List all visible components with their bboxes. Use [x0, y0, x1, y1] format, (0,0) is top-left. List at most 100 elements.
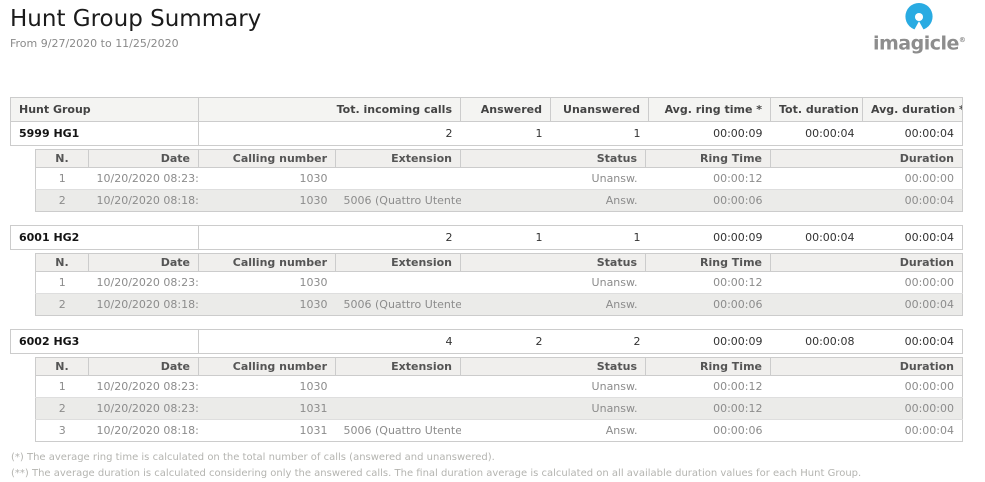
call-number: 3 [36, 420, 89, 442]
col-header-calling-number: Calling number [199, 150, 336, 168]
col-header-status: Status [461, 254, 646, 272]
hunt-group-name: 6001 HG2 [11, 226, 199, 250]
call-number: 2 [36, 398, 89, 420]
report-date-range: From 9/27/2020 to 11/25/2020 [10, 37, 972, 50]
calling-number: 1031 [199, 420, 336, 442]
report-page: Hunt Group Summary From 9/27/2020 to 11/… [0, 0, 985, 480]
col-header-avg-duration: Avg. duration ** [863, 98, 963, 122]
call-number: 1 [36, 272, 89, 294]
call-date: 10/20/2020 08:23:55 [89, 398, 199, 420]
col-header-date: Date [89, 358, 199, 376]
tot-duration: 00:00:04 [771, 122, 863, 146]
extension [336, 398, 461, 420]
report-footnotes: (*) The average ring time is calculated … [11, 450, 972, 482]
summary-table: 6001 HG2 2 1 1 00:00:09 00:00:04 00:00:0… [10, 225, 963, 250]
call-status: Answ. [461, 294, 646, 316]
call-status: Unansw. [461, 168, 646, 190]
calls-detail-table: N. Date Calling number Extension Status … [35, 253, 963, 316]
col-header-n: N. [36, 254, 89, 272]
col-header-answered: Answered [461, 98, 551, 122]
call-duration: 00:00:00 [771, 398, 963, 420]
col-header-duration: Duration [771, 254, 963, 272]
tot-incoming-calls: 2 [199, 226, 461, 250]
call-status: Answ. [461, 420, 646, 442]
col-header-hunt-group: Hunt Group [11, 98, 199, 122]
group-summary-row: 5999 HG1 2 1 1 00:00:09 00:00:04 00:00:0… [11, 122, 963, 146]
call-date: 10/20/2020 08:18:45 [89, 294, 199, 316]
col-header-tot-duration: Tot. duration [771, 98, 863, 122]
avg-ring-time: 00:00:09 [649, 330, 771, 354]
summary-table: 6002 HG3 4 2 2 00:00:09 00:00:08 00:00:0… [10, 329, 963, 354]
call-number: 1 [36, 376, 89, 398]
call-row: 2 10/20/2020 08:18:45 1030 5006 (Quattro… [36, 294, 963, 316]
hunt-group-name: 5999 HG1 [11, 122, 199, 146]
col-header-ring-time: Ring Time [646, 254, 771, 272]
answered-count: 1 [461, 226, 551, 250]
col-header-status: Status [461, 358, 646, 376]
summary-table: Hunt Group Tot. incoming calls Answered … [10, 97, 963, 146]
avg-duration: 00:00:04 [863, 226, 963, 250]
avg-ring-time: 00:00:09 [649, 226, 771, 250]
imagicle-logo-icon [904, 2, 934, 32]
col-header-date: Date [89, 150, 199, 168]
call-row: 3 10/20/2020 08:18:45 1031 5006 (Quattro… [36, 420, 963, 442]
group-summary-row: 6002 HG3 4 2 2 00:00:09 00:00:08 00:00:0… [11, 330, 963, 354]
calls-detail-table: N. Date Calling number Extension Status … [35, 357, 963, 442]
calling-number: 1030 [199, 190, 336, 212]
answered-count: 1 [461, 122, 551, 146]
tot-duration: 00:00:04 [771, 226, 863, 250]
ring-time: 00:00:06 [646, 294, 771, 316]
call-status: Unansw. [461, 376, 646, 398]
ring-time: 00:00:06 [646, 190, 771, 212]
imagicle-logo-text: imagicle® [873, 30, 965, 53]
col-header-avg-ring-time: Avg. ring time * [649, 98, 771, 122]
unanswered-count: 1 [551, 226, 649, 250]
avg-ring-time: 00:00:09 [649, 122, 771, 146]
footnote-avg-ring-time: (*) The average ring time is calculated … [11, 450, 972, 466]
summary-header-row: Hunt Group Tot. incoming calls Answered … [11, 98, 963, 122]
call-duration: 00:00:04 [771, 190, 963, 212]
call-date: 10/20/2020 08:23:55 [89, 272, 199, 294]
ring-time: 00:00:12 [646, 376, 771, 398]
call-date: 10/20/2020 08:18:45 [89, 190, 199, 212]
unanswered-count: 2 [551, 330, 649, 354]
col-header-extension: Extension [336, 358, 461, 376]
col-header-duration: Duration [771, 150, 963, 168]
call-duration: 00:00:00 [771, 168, 963, 190]
ring-time: 00:00:12 [646, 168, 771, 190]
col-header-extension: Extension [336, 150, 461, 168]
col-header-extension: Extension [336, 254, 461, 272]
call-row: 1 10/20/2020 08:23:55 1030 Unansw. 00:00… [36, 272, 963, 294]
col-header-date: Date [89, 254, 199, 272]
calling-number: 1030 [199, 168, 336, 190]
calling-number: 1030 [199, 272, 336, 294]
unanswered-count: 1 [551, 122, 649, 146]
detail-header-row: N. Date Calling number Extension Status … [36, 358, 963, 376]
call-row: 2 10/20/2020 08:18:45 1030 5006 (Quattro… [36, 190, 963, 212]
tot-duration: 00:00:08 [771, 330, 863, 354]
ring-time: 00:00:12 [646, 398, 771, 420]
call-row: 2 10/20/2020 08:23:55 1031 Unansw. 00:00… [36, 398, 963, 420]
tot-incoming-calls: 4 [199, 330, 461, 354]
detail-header-row: N. Date Calling number Extension Status … [36, 254, 963, 272]
col-header-calling-number: Calling number [199, 358, 336, 376]
call-row: 1 10/20/2020 08:23:55 1030 Unansw. 00:00… [36, 168, 963, 190]
ring-time: 00:00:12 [646, 272, 771, 294]
call-duration: 00:00:00 [771, 376, 963, 398]
calling-number: 1030 [199, 376, 336, 398]
ring-time: 00:00:06 [646, 420, 771, 442]
extension [336, 272, 461, 294]
col-header-duration: Duration [771, 358, 963, 376]
extension: 5006 (Quattro Utente) [336, 294, 461, 316]
call-duration: 00:00:00 [771, 272, 963, 294]
group-summary-row: 6001 HG2 2 1 1 00:00:09 00:00:04 00:00:0… [11, 226, 963, 250]
col-header-n: N. [36, 150, 89, 168]
call-number: 1 [36, 168, 89, 190]
extension: 5006 (Quattro Utente) [336, 190, 461, 212]
call-date: 10/20/2020 08:23:55 [89, 376, 199, 398]
calling-number: 1030 [199, 294, 336, 316]
calling-number: 1031 [199, 398, 336, 420]
page-title: Hunt Group Summary [10, 6, 972, 32]
call-number: 2 [36, 190, 89, 212]
call-status: Answ. [461, 190, 646, 212]
